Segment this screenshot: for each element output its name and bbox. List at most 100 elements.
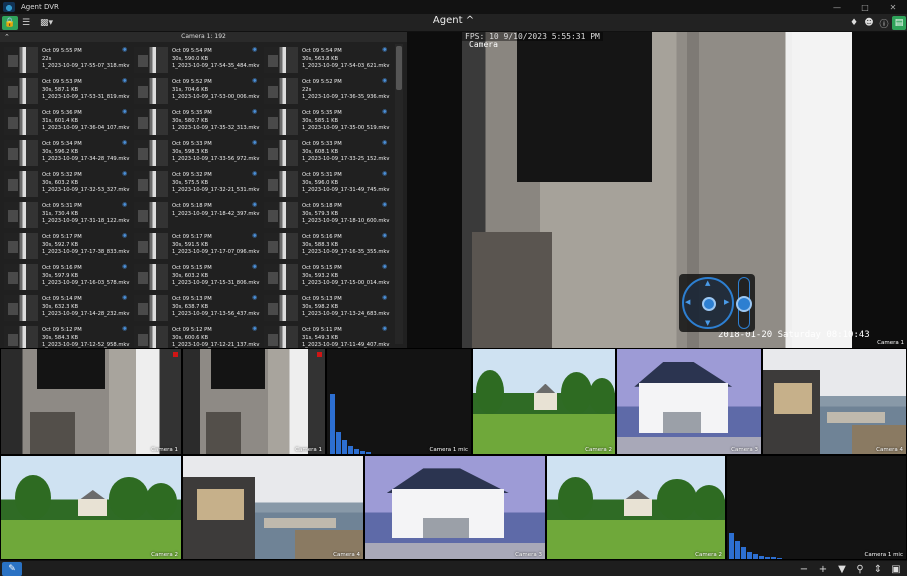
viewed-eye-icon[interactable]: ◉ bbox=[252, 46, 257, 53]
viewed-eye-icon[interactable]: ◉ bbox=[122, 294, 127, 301]
recording-item[interactable]: Oct 09 5:18 PM 30s, 579.3 KB 1_2023-10-09_… bbox=[262, 199, 392, 230]
tile-camera-2-c[interactable]: Camera 2 bbox=[546, 455, 726, 560]
tile-camera-2-b[interactable]: Camera 2 bbox=[0, 455, 182, 560]
recording-item[interactable]: Oct 09 5:35 PM 30s, 585.1 KB 1_2023-10-09_… bbox=[262, 106, 392, 137]
edit-layout-button[interactable]: ✎ bbox=[2, 562, 22, 576]
recordings-scrollbar[interactable] bbox=[395, 44, 403, 344]
recording-item[interactable]: Oct 09 5:52 PM 22s 1_2023-10-09_17-36-35_9… bbox=[262, 75, 392, 106]
tile-camera-4-b[interactable]: Camera 4 bbox=[182, 455, 364, 560]
close-button[interactable]: ✕ bbox=[879, 0, 907, 14]
tile-camera-3-b[interactable]: Camera 3 bbox=[364, 455, 546, 560]
view-selector[interactable]: Agent ^ bbox=[433, 15, 474, 26]
search-button[interactable]: ⚲ bbox=[853, 562, 867, 576]
tile-camera-1-mic[interactable]: Camera 1 mic bbox=[326, 348, 472, 455]
recording-item[interactable]: Oct 09 5:34 PM 30s, 596.2 KB 1_2023-10-09_… bbox=[2, 137, 132, 168]
tile-camera-1-b[interactable]: Camera 1 bbox=[182, 348, 326, 455]
viewed-eye-icon[interactable]: ◉ bbox=[252, 263, 257, 270]
recording-item[interactable]: Oct 09 5:33 PM 30s, 598.3 KB 1_2023-10-09_… bbox=[132, 137, 262, 168]
recording-item[interactable]: Oct 09 5:31 PM 30s, 596.0 KB 1_2023-10-09_… bbox=[262, 168, 392, 199]
viewed-eye-icon[interactable]: ◉ bbox=[382, 46, 387, 53]
viewed-eye-icon[interactable]: ◉ bbox=[382, 77, 387, 84]
viewed-eye-icon[interactable]: ◉ bbox=[382, 108, 387, 115]
viewed-eye-icon[interactable]: ◉ bbox=[122, 139, 127, 146]
viewed-eye-icon[interactable]: ◉ bbox=[252, 108, 257, 115]
recording-item[interactable]: Oct 09 5:12 PM 30s, 584.3 KB 1_2023-10-09_… bbox=[2, 323, 132, 348]
recording-item[interactable]: Oct 09 5:11 PM 31s, 549.3 KB 1_2023-10-09_… bbox=[262, 323, 392, 348]
bell-icon[interactable]: ♦ bbox=[847, 16, 861, 30]
recording-item[interactable]: Oct 09 5:35 PM 30s, 580.7 KB 1_2023-10-09_… bbox=[132, 106, 262, 137]
recording-item[interactable]: Oct 09 5:52 PM 31s, 704.6 KB 1_2023-10-09_… bbox=[132, 75, 262, 106]
viewed-eye-icon[interactable]: ◉ bbox=[252, 139, 257, 146]
viewed-eye-icon[interactable]: ◉ bbox=[122, 232, 127, 239]
layout-button[interactable]: ☰ bbox=[22, 16, 30, 30]
recording-item[interactable]: Oct 09 5:32 PM 30s, 575.5 KB 1_2023-10-09_… bbox=[132, 168, 262, 199]
recording-item[interactable]: Oct 09 5:15 PM 30s, 593.2 KB 1_2023-10-09_… bbox=[262, 261, 392, 292]
tile-camera-2[interactable]: Camera 2 bbox=[472, 348, 616, 455]
viewed-eye-icon[interactable]: ◉ bbox=[382, 263, 387, 270]
recording-size: 22s bbox=[302, 86, 312, 93]
viewed-eye-icon[interactable]: ◉ bbox=[122, 201, 127, 208]
ptz-zoom-slider[interactable] bbox=[736, 277, 752, 329]
filter-button[interactable]: ▼ bbox=[835, 562, 849, 576]
viewed-eye-icon[interactable]: ◉ bbox=[122, 46, 127, 53]
viewed-eye-icon[interactable]: ◉ bbox=[382, 170, 387, 177]
ptz-center-button[interactable] bbox=[702, 297, 716, 311]
viewed-eye-icon[interactable]: ◉ bbox=[252, 201, 257, 208]
recording-item[interactable]: Oct 09 5:16 PM 30s, 597.9 KB 1_2023-10-09_… bbox=[2, 261, 132, 292]
zoom-out-button[interactable]: − bbox=[797, 562, 811, 576]
viewed-eye-icon[interactable]: ◉ bbox=[382, 139, 387, 146]
main-camera-view[interactable]: FPS: 10 9/10/2023 5:55:31 PM Camera 2018… bbox=[407, 32, 907, 348]
viewed-eye-icon[interactable]: ◉ bbox=[252, 170, 257, 177]
viewed-eye-icon[interactable]: ◉ bbox=[122, 108, 127, 115]
recording-item[interactable]: Oct 09 5:14 PM 30s, 632.3 KB 1_2023-10-09_… bbox=[2, 292, 132, 323]
tile-camera-1-mic-b[interactable]: Camera 1 mic bbox=[726, 455, 907, 560]
viewed-eye-icon[interactable]: ◉ bbox=[252, 294, 257, 301]
viewed-eye-icon[interactable]: ◉ bbox=[252, 232, 257, 239]
user-icon[interactable]: ☻ bbox=[862, 16, 876, 30]
recording-item[interactable]: Oct 09 5:31 PM 31s, 730.4 KB 1_2023-10-09_… bbox=[2, 199, 132, 230]
devices-menu-button[interactable]: ▩▾ bbox=[40, 16, 53, 30]
tile-camera-4[interactable]: Camera 4 bbox=[762, 348, 907, 455]
storage-icon[interactable]: ▤ bbox=[892, 16, 906, 30]
viewed-eye-icon[interactable]: ◉ bbox=[382, 232, 387, 239]
maximize-button[interactable]: □ bbox=[851, 0, 879, 14]
recording-item[interactable]: Oct 09 5:36 PM 31s, 601.4 KB 1_2023-10-09_… bbox=[2, 106, 132, 137]
lock-icon[interactable]: 🔒 bbox=[2, 16, 18, 30]
recording-item[interactable]: Oct 09 5:15 PM 30s, 603.2 KB 1_2023-10-09_… bbox=[132, 261, 262, 292]
recording-item[interactable]: Oct 09 5:12 PM 30s, 600.6 KB 1_2023-10-09_… bbox=[132, 323, 262, 348]
recording-item[interactable]: Oct 09 5:33 PM 30s, 608.1 KB 1_2023-10-09_… bbox=[262, 137, 392, 168]
viewed-eye-icon[interactable]: ◉ bbox=[382, 325, 387, 332]
viewed-eye-icon[interactable]: ◉ bbox=[122, 170, 127, 177]
fullscreen-button[interactable]: ▣ bbox=[889, 562, 903, 576]
viewed-eye-icon[interactable]: ◉ bbox=[122, 325, 127, 332]
recording-item[interactable]: Oct 09 5:32 PM 30s, 603.2 KB 1_2023-10-09_… bbox=[2, 168, 132, 199]
scrollbar-thumb[interactable] bbox=[396, 46, 402, 90]
recording-item[interactable]: Oct 09 5:53 PM 30s, 587.1 KB 1_2023-10-09_… bbox=[2, 75, 132, 106]
tile-camera-3[interactable]: Camera 3 bbox=[616, 348, 762, 455]
recording-item[interactable]: Oct 09 5:16 PM 30s, 588.3 KB 1_2023-10-09_… bbox=[262, 230, 392, 261]
sort-button[interactable]: ⇕ bbox=[871, 562, 885, 576]
viewed-eye-icon[interactable]: ◉ bbox=[252, 77, 257, 84]
viewed-eye-icon[interactable]: ◉ bbox=[382, 294, 387, 301]
ptz-pad[interactable]: ▲ ▼ ◀ ▶ bbox=[682, 277, 734, 329]
viewed-eye-icon[interactable]: ◉ bbox=[122, 77, 127, 84]
viewed-eye-icon[interactable]: ◉ bbox=[252, 325, 257, 332]
ptz-control[interactable]: ▲ ▼ ◀ ▶ bbox=[679, 274, 755, 332]
recording-item[interactable]: Oct 09 5:54 PM 30s, 590.0 KB 1_2023-10-09_… bbox=[132, 44, 262, 75]
recording-item[interactable]: Oct 09 5:54 PM 30s, 563.8 KB 1_2023-10-09_… bbox=[262, 44, 392, 75]
info-icon[interactable]: ⓘ bbox=[877, 16, 891, 30]
zoom-in-button[interactable]: + bbox=[816, 562, 830, 576]
ptz-zoom-knob[interactable] bbox=[736, 296, 752, 312]
recording-item[interactable]: Oct 09 5:13 PM 30s, 598.2 KB 1_2023-10-09_… bbox=[262, 292, 392, 323]
recording-item[interactable]: Oct 09 5:17 PM 30s, 592.7 KB 1_2023-10-09_… bbox=[2, 230, 132, 261]
viewed-eye-icon[interactable]: ◉ bbox=[382, 201, 387, 208]
recording-item[interactable]: Oct 09 5:17 PM 30s, 591.5 KB 1_2023-10-09_… bbox=[132, 230, 262, 261]
recording-item[interactable]: Oct 09 5:13 PM 30s, 638.7 KB 1_2023-10-09_… bbox=[132, 292, 262, 323]
tile-camera-1[interactable]: Camera 1 bbox=[0, 348, 182, 455]
recording-file: 1_2023-10-09_17-16-03_578.mkv bbox=[42, 280, 130, 286]
collapse-chevron-icon[interactable]: ⌃ bbox=[4, 32, 10, 42]
recording-item[interactable]: Oct 09 5:18 PM 1_2023-10-09_17-18-42_397.… bbox=[132, 199, 262, 230]
viewed-eye-icon[interactable]: ◉ bbox=[122, 263, 127, 270]
minimize-button[interactable]: — bbox=[823, 0, 851, 14]
recording-item[interactable]: Oct 09 5:55 PM 22s 1_2023-10-09_17-55-07_3… bbox=[2, 44, 132, 75]
